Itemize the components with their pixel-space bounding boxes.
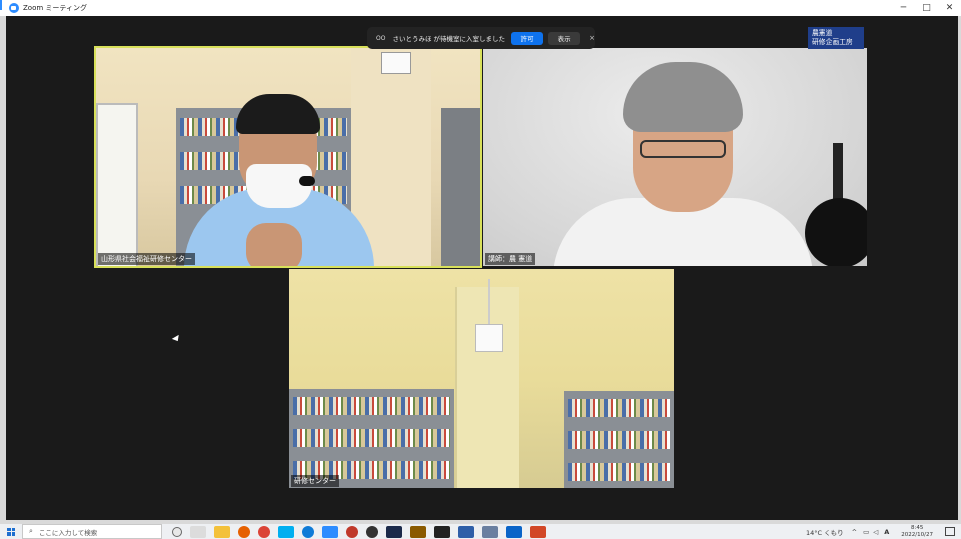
books-row (568, 431, 670, 449)
microphone (805, 198, 867, 266)
skype-icon[interactable] (278, 525, 294, 538)
outlook-icon[interactable] (506, 525, 522, 538)
notification-center-icon[interactable] (945, 527, 955, 536)
video-tile-2[interactable]: 講師：農 憲道 (483, 48, 867, 266)
lamp-cord (488, 279, 490, 325)
zoom-meeting-window: Zoom ミーティング ─ □ ✕ OO さいとうみほ が待機室に入室しました … (0, 0, 961, 539)
books-row (568, 463, 670, 481)
app-icon[interactable] (386, 525, 402, 538)
whiteboard (96, 103, 138, 266)
window-title: Zoom ミーティング (23, 4, 87, 12)
task-view-icon[interactable] (190, 525, 206, 538)
search-icon: ⌕ (29, 527, 33, 535)
app-icon[interactable] (410, 525, 426, 538)
minimize-button[interactable]: ─ (892, 0, 915, 16)
zoom-taskbar-icon[interactable] (322, 525, 338, 538)
edge-icon[interactable] (302, 525, 314, 538)
books-row (293, 397, 450, 415)
headset-mic (299, 176, 315, 186)
taskbar-clock[interactable]: 8:45 2022/10/27 (901, 525, 933, 539)
clock-time: 8:45 (910, 524, 924, 531)
participant-icon: OO (376, 34, 386, 42)
view-button[interactable]: 表示 (548, 31, 581, 45)
notification-close-button[interactable]: × (589, 34, 595, 42)
brand-line-1: 農憲道 (812, 29, 833, 37)
firefox-icon[interactable] (238, 525, 250, 538)
close-button[interactable]: ✕ (938, 0, 961, 16)
notification-message: さいとうみほ が待機室に入室しました (392, 35, 506, 43)
app-icon[interactable] (458, 525, 474, 538)
participant-name-label: 山形県社会福祉研修センター (98, 253, 195, 265)
video-tile-3[interactable]: 研修センター (289, 269, 674, 488)
left-edge-marker (0, 0, 2, 10)
waiting-room-notification: OO さいとうみほ が待機室に入室しました 許可 表示 × (367, 27, 595, 49)
app-icon[interactable] (434, 525, 450, 538)
clock-date: 2022/10/27 (901, 531, 933, 538)
taskbar-search-box[interactable]: ⌕ ここに入力して検索 (22, 524, 162, 539)
participant-name-label: 研修センター (291, 475, 339, 487)
microphone-stand (833, 143, 843, 203)
cortana-icon[interactable] (172, 526, 182, 537)
participant-name-label: 講師：農 憲道 (485, 253, 536, 265)
chrome-icon[interactable] (258, 525, 270, 538)
system-tray: 14°C くもり ^ ▭ ◁ A 8:45 2022/10/27 (806, 525, 961, 539)
windows-taskbar: ⌕ ここに入力して検索 14°C くもり ^ ▭ ◁ A 8:45 2022/1… (0, 524, 961, 539)
tray-chevron-icon[interactable]: ^ (852, 528, 857, 536)
network-icon[interactable]: ▭ (863, 528, 869, 536)
video-tile-1[interactable]: 山形県社会福祉研修センター (94, 46, 482, 268)
obs-icon[interactable] (366, 525, 378, 538)
search-placeholder: ここに入力して検索 (38, 528, 98, 537)
wall-lamp (475, 324, 503, 352)
maximize-button[interactable]: □ (915, 0, 938, 16)
brand-overlay: 農憲道 研修企画工房 (808, 27, 864, 49)
file-explorer-icon[interactable] (214, 525, 230, 538)
bookshelf (441, 108, 480, 266)
app-icon[interactable] (482, 525, 498, 538)
zoom-logo-icon (9, 3, 19, 13)
powerpoint-icon[interactable] (530, 525, 546, 538)
brand-line-2: 研修企画工房 (812, 38, 853, 46)
books-row (568, 399, 670, 417)
wall-clock (381, 52, 411, 74)
taskbar-apps (168, 525, 550, 538)
ime-indicator[interactable]: A (884, 528, 889, 536)
weather-widget[interactable]: 14°C くもり (806, 527, 844, 537)
title-bar: Zoom ミーティング ─ □ ✕ (0, 0, 961, 16)
face-mask (246, 164, 312, 208)
books-row (293, 429, 450, 447)
volume-icon[interactable]: ◁ (873, 528, 878, 536)
pillar (455, 287, 519, 488)
record-app-icon[interactable] (346, 525, 358, 538)
windows-logo-icon (7, 527, 15, 536)
start-button[interactable] (0, 524, 22, 539)
admit-button[interactable]: 許可 (511, 31, 544, 45)
participant-hands (246, 223, 302, 266)
glasses (640, 140, 726, 158)
